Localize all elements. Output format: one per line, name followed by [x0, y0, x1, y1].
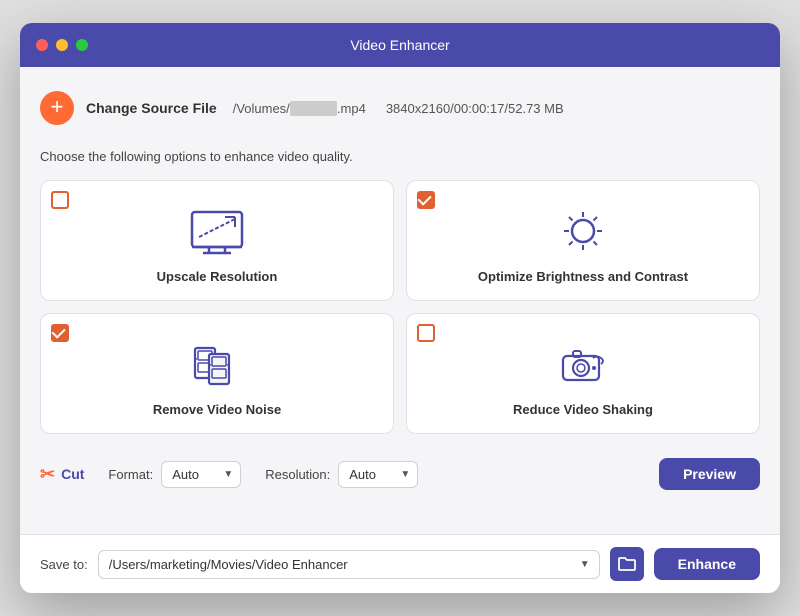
noise-icon — [187, 340, 247, 390]
plus-icon: + — [51, 96, 64, 118]
shaking-icon — [553, 340, 613, 390]
save-path-input[interactable] — [98, 550, 600, 579]
resolution-select[interactable]: Auto 1080p 720p 480p — [338, 461, 418, 488]
traffic-lights — [36, 39, 88, 51]
add-source-button[interactable]: + — [40, 91, 74, 125]
source-path: /Volumes/■■■■■■.mp4 — [233, 101, 366, 116]
minimize-button[interactable] — [56, 39, 68, 51]
save-path-wrapper: ▼ — [98, 550, 600, 579]
enhance-button[interactable]: Enhance — [654, 548, 760, 580]
app-window: Video Enhancer + Change Source File /Vol… — [20, 23, 780, 593]
save-to-label: Save to: — [40, 557, 88, 572]
folder-icon — [618, 556, 636, 572]
option-shaking[interactable]: Reduce Video Shaking — [406, 313, 760, 434]
scissors-icon: ✂ — [40, 464, 55, 485]
maximize-button[interactable] — [76, 39, 88, 51]
main-content: + Change Source File /Volumes/■■■■■■.mp4… — [20, 67, 780, 534]
hint-text: Choose the following options to enhance … — [40, 149, 760, 164]
source-info: 3840x2160/00:00:17/52.73 MB — [386, 101, 564, 116]
brightness-icon — [553, 207, 613, 257]
format-select[interactable]: Auto MP4 MOV AVI MKV — [161, 461, 241, 488]
close-button[interactable] — [36, 39, 48, 51]
preview-button[interactable]: Preview — [659, 458, 760, 490]
resolution-select-wrapper: Auto 1080p 720p 480p ▼ — [338, 461, 418, 488]
option-noise[interactable]: Remove Video Noise — [40, 313, 394, 434]
path-redacted: ■■■■■■ — [290, 101, 337, 116]
option-brightness[interactable]: Optimize Brightness and Contrast — [406, 180, 760, 301]
titlebar: Video Enhancer — [20, 23, 780, 67]
shaking-checkbox[interactable] — [417, 324, 435, 342]
folder-button[interactable] — [610, 547, 644, 581]
format-label: Format: — [108, 467, 153, 482]
cut-label: Cut — [61, 466, 84, 482]
resolution-label: Resolution: — [265, 467, 330, 482]
toolbar: ✂ Cut Format: Auto MP4 MOV AVI MKV ▼ Res… — [40, 450, 760, 498]
format-select-wrapper: Auto MP4 MOV AVI MKV ▼ — [161, 461, 241, 488]
shaking-label: Reduce Video Shaking — [513, 402, 653, 417]
noise-checkbox[interactable] — [51, 324, 69, 342]
upscale-icon — [187, 207, 247, 257]
brightness-checkbox[interactable] — [417, 191, 435, 209]
bottom-bar: Save to: ▼ Enhance — [20, 534, 780, 593]
upscale-checkbox[interactable] — [51, 191, 69, 209]
cut-button[interactable]: ✂ Cut — [40, 464, 84, 485]
options-grid: Upscale Resolution — [40, 180, 760, 434]
noise-label: Remove Video Noise — [153, 402, 281, 417]
option-upscale[interactable]: Upscale Resolution — [40, 180, 394, 301]
source-bar: + Change Source File /Volumes/■■■■■■.mp4… — [40, 83, 760, 133]
change-source-label: Change Source File — [86, 100, 217, 116]
upscale-label: Upscale Resolution — [157, 269, 278, 284]
window-title: Video Enhancer — [350, 37, 449, 53]
brightness-label: Optimize Brightness and Contrast — [478, 269, 688, 284]
